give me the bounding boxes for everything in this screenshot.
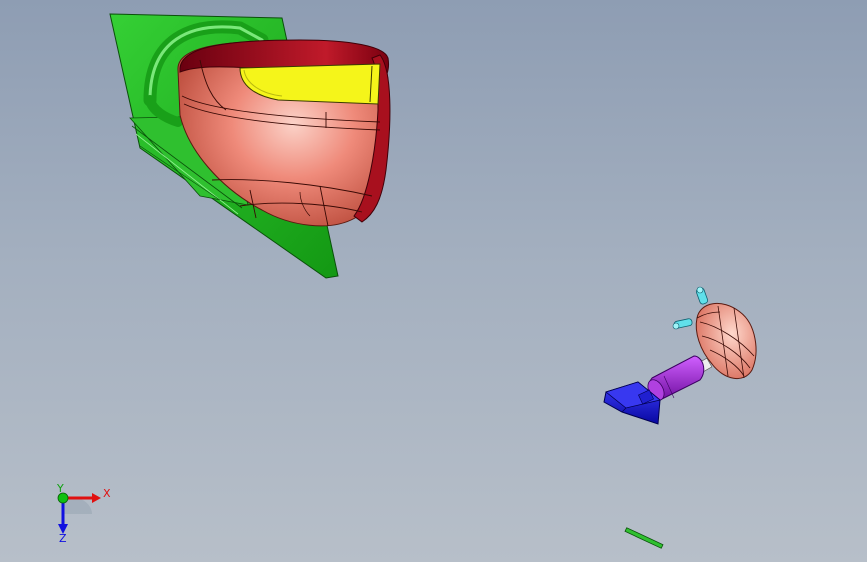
small-pin[interactable]	[624, 527, 664, 549]
coordinate-triad: X Y Z	[56, 482, 111, 545]
clip-left[interactable]	[672, 318, 693, 330]
3d-viewport[interactable]: X Y Z	[0, 0, 867, 562]
model-canvas[interactable]: X Y Z	[0, 0, 867, 562]
x-axis-label: X	[103, 487, 111, 500]
y-axis-label: Y	[56, 482, 64, 495]
clip-top[interactable]	[695, 286, 709, 305]
z-axis-label: Z	[59, 532, 67, 545]
